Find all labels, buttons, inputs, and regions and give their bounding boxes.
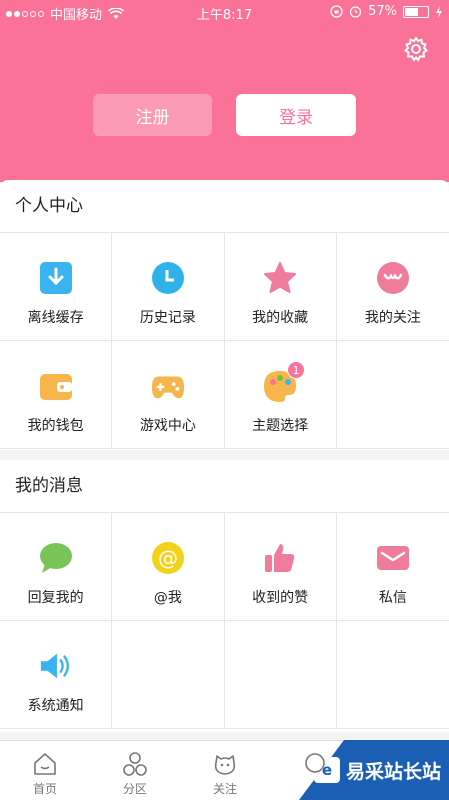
empty-cell [224,621,337,729]
item-label: 我的收藏 [252,310,309,326]
mentions-item[interactable]: @ @我 [112,513,225,621]
watermark-text: 易采站长站 [345,760,441,783]
tab-following[interactable]: 关注 [180,741,270,800]
follow-icon [376,261,410,295]
item-label: 回复我的 [27,590,84,606]
item-label: 我的关注 [364,310,421,326]
section-title-personal-center: 个人中心 [0,180,449,233]
thumbs-up-icon [263,541,297,575]
replies-item[interactable]: 回复我的 [0,513,113,621]
private-message-item[interactable]: 私信 [336,513,449,621]
likes-received-item[interactable]: 收到的赞 [224,513,337,621]
home-icon [34,753,56,775]
item-label: 主题选择 [252,418,309,434]
following-item[interactable]: 我的关注 [336,233,449,341]
messages-section: 我的消息 回复我的 @ @我 收到的赞 私信 系统通知 [0,460,449,732]
status-bar: 中国移动 上午8:17 57% [0,0,449,24]
register-button[interactable]: 注册 [93,94,212,136]
star-icon [263,261,297,295]
settings-gear-icon[interactable] [403,36,429,62]
item-label: 私信 [378,590,407,606]
wallet-icon [39,369,73,403]
speaker-icon [39,649,73,683]
theme-select-item[interactable]: 1 主题选择 [224,341,337,449]
history-item[interactable]: 历史记录 [112,233,225,341]
header-banner: 中国移动 上午8:17 57% 注册 登录 [0,0,449,182]
rotation-lock-icon [330,5,343,18]
battery-percent: 57% [368,4,397,19]
alarm-icon [349,6,362,18]
envelope-icon [376,541,410,575]
download-icon [39,261,73,295]
item-label: 游戏中心 [139,418,196,434]
system-notice-item[interactable]: 系统通知 [0,621,113,729]
tab-home[interactable]: 首页 [0,741,90,800]
section-title-messages: 我的消息 [0,460,449,513]
item-label: @我 [153,590,182,606]
wallet-item[interactable]: 我的钱包 [0,341,113,449]
game-center-item[interactable]: 游戏中心 [112,341,225,449]
svg-text:@: @ [158,546,178,570]
item-label: 历史记录 [139,310,196,326]
tab-label: 关注 [212,782,237,796]
battery-icon [403,5,429,18]
item-label: 离线缓存 [27,310,84,326]
item-label: 收到的赞 [252,590,309,606]
charging-icon [436,5,442,18]
favorites-item[interactable]: 我的收藏 [224,233,337,341]
item-label: 我的钱包 [27,418,84,434]
tab-label: 首页 [32,782,57,796]
login-button[interactable]: 登录 [236,94,356,136]
empty-cell [336,341,449,449]
personal-center-section: 个人中心 离线缓存 历史记录 我的收藏 我的关注 我的钱包 游戏中心 1 主题选… [0,180,449,450]
palette-icon: 1 [263,361,306,403]
offline-cache-item[interactable]: 离线缓存 [0,233,113,341]
tab-label: 分区 [122,782,147,796]
empty-cell [336,621,449,729]
follow-tab-icon [214,755,236,775]
notification-badge: 1 [287,361,306,379]
at-icon: @ [151,541,185,575]
item-label: 系统通知 [27,698,84,714]
chat-bubble-icon [39,541,73,575]
tab-category[interactable]: 分区 [90,741,180,800]
category-icon [123,752,147,776]
empty-cell [112,621,225,729]
clock-icon [151,261,185,295]
gamepad-icon [151,369,185,403]
